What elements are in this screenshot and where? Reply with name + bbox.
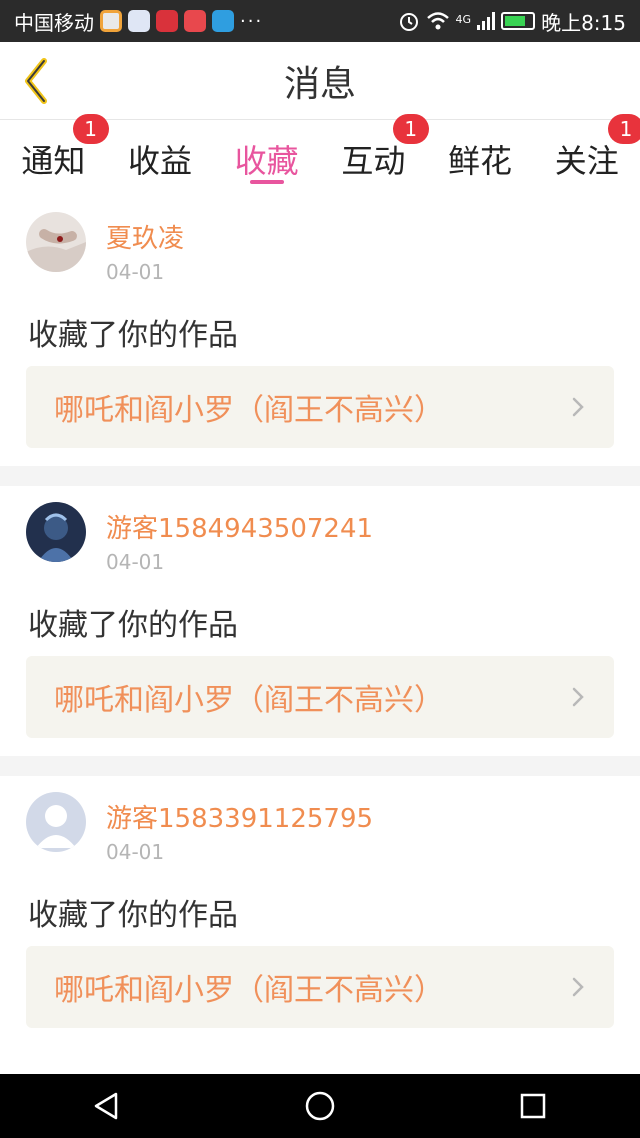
anime-avatar-icon	[26, 502, 86, 562]
message-time: 04-01	[106, 260, 165, 284]
tab-label: 互动	[341, 142, 406, 180]
chevron-right-icon	[572, 977, 584, 997]
battery-icon	[501, 12, 536, 30]
header: 消息	[0, 42, 640, 120]
work-title: 哪吒和阎小罗（阎王不高兴）	[54, 393, 444, 428]
tab-interactions[interactable]: 互动 1	[320, 114, 429, 196]
action-text: 收藏了你的作品	[28, 608, 238, 643]
user-name[interactable]: 游客1583391125795	[106, 798, 373, 835]
back-triangle-icon	[94, 1092, 117, 1120]
chevron-right-icon	[572, 397, 584, 417]
tab-follows[interactable]: 关注 1	[533, 114, 640, 196]
user-name[interactable]: 游客1584943507241	[106, 508, 373, 545]
tab-label: 关注	[554, 142, 619, 180]
avatar[interactable]	[26, 792, 86, 852]
signal-icon	[477, 12, 496, 30]
unread-badge: 1	[392, 114, 429, 144]
active-tab-indicator	[249, 180, 284, 184]
app-notification-icon	[156, 10, 178, 32]
work-title: 哪吒和阎小罗（阎王不高兴）	[54, 683, 444, 718]
status-right: 4G 晚上8:15	[398, 7, 626, 36]
tab-label: 收藏	[234, 142, 299, 180]
alarm-icon	[399, 13, 418, 31]
nav-recent-button[interactable]	[503, 1084, 563, 1128]
work-link[interactable]: 哪吒和阎小罗（阎王不高兴）	[26, 946, 614, 1028]
action-text: 收藏了你的作品	[28, 318, 238, 353]
avatar[interactable]	[26, 212, 86, 272]
network-type-label: 4G	[455, 12, 472, 26]
photo-avatar-icon	[26, 212, 86, 272]
unread-badge: 1	[72, 114, 109, 144]
tab-flowers[interactable]: 鲜花	[427, 120, 534, 196]
nav-home-button[interactable]	[290, 1084, 350, 1128]
back-button[interactable]	[16, 56, 56, 106]
tab-bar: 通知 1 收益 收藏 互动 1 鲜花 关注 1	[0, 114, 640, 196]
default-avatar-icon	[26, 792, 86, 852]
app-notification-icon	[100, 10, 122, 32]
tab-notifications[interactable]: 通知 1	[0, 114, 109, 196]
more-notifications-icon: ···	[240, 10, 264, 32]
chevron-left-icon	[25, 58, 47, 104]
wifi-icon	[426, 12, 449, 30]
clock-label: 晚上8:15	[541, 10, 626, 35]
divider	[0, 466, 640, 486]
app-notification-icon	[212, 10, 234, 32]
system-nav-bar	[0, 1074, 640, 1138]
status-bar: 中国移动 ··· 4G 晚上8:15	[0, 0, 640, 42]
message-time: 04-01	[106, 550, 165, 574]
user-name[interactable]: 夏玖凌	[106, 218, 184, 255]
app-notification-icon	[184, 10, 206, 32]
tab-label: 通知	[21, 142, 86, 180]
tab-label: 收益	[128, 142, 193, 180]
work-title: 哪吒和阎小罗（阎王不高兴）	[54, 973, 444, 1008]
nav-back-button[interactable]	[77, 1084, 137, 1128]
app-notification-icon	[128, 10, 150, 32]
unread-badge: 1	[608, 114, 640, 144]
tab-label: 鲜花	[448, 142, 513, 180]
message-list: 夏玖凌 04-01 收藏了你的作品 哪吒和阎小罗（阎王不高兴） 游客158494…	[0, 196, 640, 1046]
work-link[interactable]: 哪吒和阎小罗（阎王不高兴）	[26, 366, 614, 448]
action-text: 收藏了你的作品	[28, 898, 238, 933]
message-card: 夏玖凌 04-01 收藏了你的作品 哪吒和阎小罗（阎王不高兴）	[0, 196, 640, 466]
page-title: 消息	[283, 63, 356, 105]
message-card: 游客1583391125795 04-01 收藏了你的作品 哪吒和阎小罗（阎王不…	[0, 776, 640, 1046]
chevron-right-icon	[572, 687, 584, 707]
avatar[interactable]	[26, 502, 86, 562]
carrier-label: 中国移动	[14, 10, 94, 35]
tab-earnings[interactable]: 收益	[107, 120, 214, 196]
recent-square-icon	[521, 1093, 546, 1119]
home-circle-icon	[305, 1091, 335, 1121]
work-link[interactable]: 哪吒和阎小罗（阎王不高兴）	[26, 656, 614, 738]
message-time: 04-01	[106, 840, 165, 864]
divider	[0, 756, 640, 776]
status-left: 中国移动 ···	[14, 7, 263, 36]
message-card: 游客1584943507241 04-01 收藏了你的作品 哪吒和阎小罗（阎王不…	[0, 486, 640, 756]
tab-favorites[interactable]: 收藏	[213, 120, 320, 196]
